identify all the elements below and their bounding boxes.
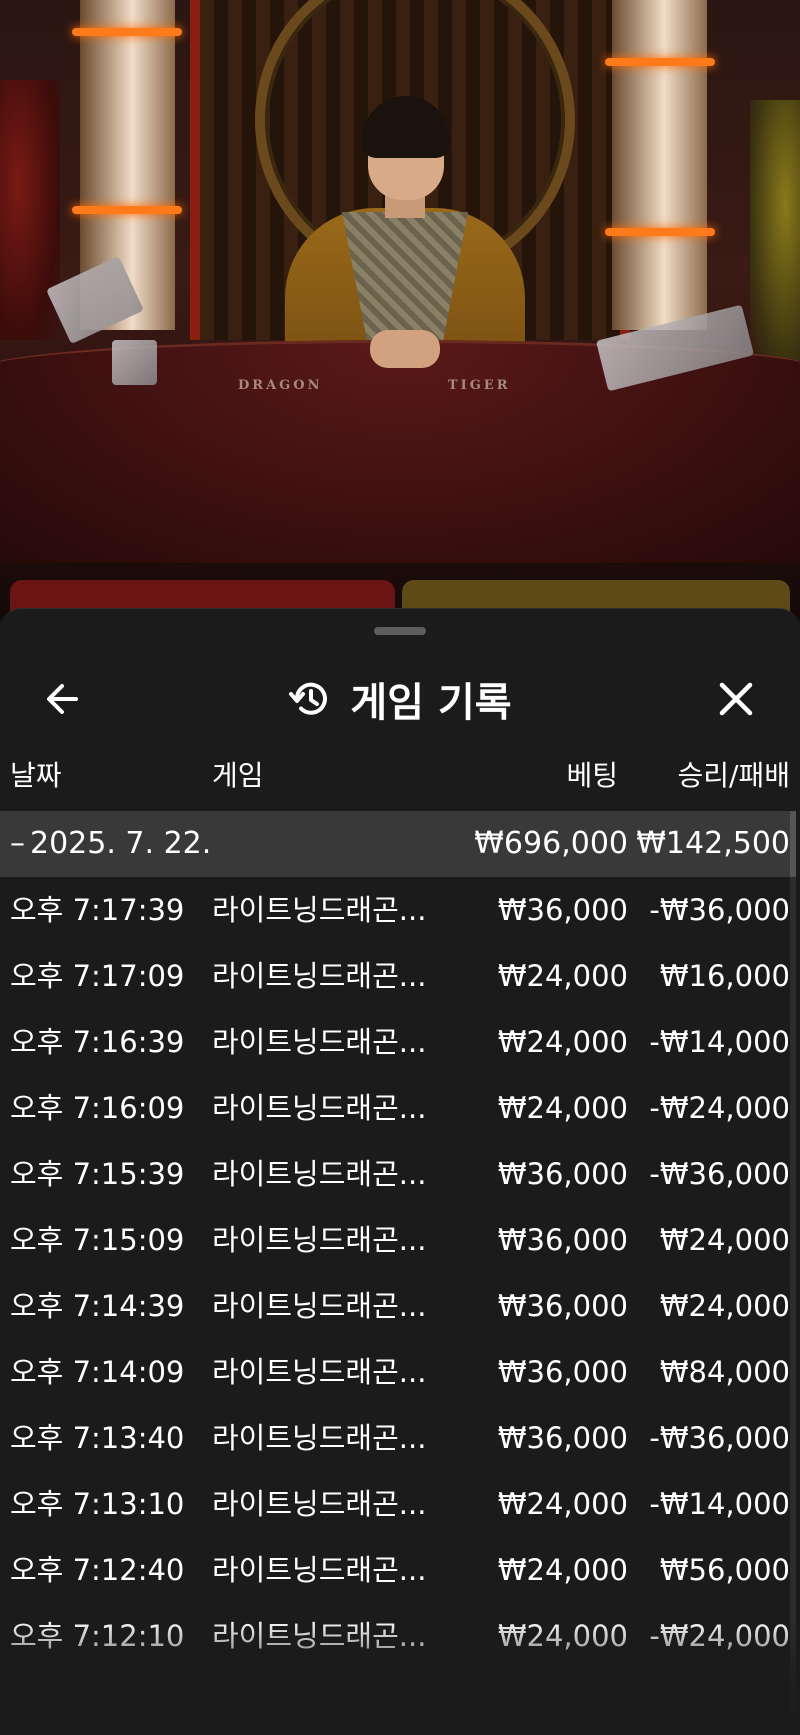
close-button[interactable] (708, 671, 764, 727)
row-result: -₩14,000 (649, 1487, 790, 1521)
pillar-light-ring (605, 228, 715, 236)
row-bet: ₩24,000 (497, 959, 628, 993)
row-time: 오후 7:12:40 (10, 1553, 185, 1587)
sheet-drag-handle[interactable] (374, 627, 426, 635)
scrollbar-thumb[interactable] (790, 811, 796, 877)
history-list: 오후 7:17:39 라이트닝드래곤... ₩36,000 -₩36,000 오… (0, 877, 790, 1669)
close-icon (719, 682, 753, 716)
row-bet: ₩24,000 (497, 1553, 628, 1587)
right-pillar (612, 0, 707, 330)
row-time: 오후 7:16:09 (10, 1091, 185, 1125)
table-row[interactable]: 오후 7:16:39 라이트닝드래곤... ₩24,000 -₩14,000 (0, 1009, 790, 1075)
row-time: 오후 7:15:39 (10, 1157, 185, 1191)
column-header-game: 게임 (212, 759, 264, 792)
sheet-header: 게임 기록 (0, 659, 800, 739)
table-row[interactable]: 오후 7:12:40 라이트닝드래곤... ₩24,000 ₩56,000 (0, 1537, 790, 1603)
sheet-title: 게임 기록 (350, 680, 512, 726)
row-game: 라이트닝드래곤... (212, 1157, 427, 1191)
dealer-hands (370, 330, 440, 368)
column-header-bet: 베팅 (566, 759, 618, 792)
row-bet: ₩36,000 (497, 1157, 628, 1191)
row-bet: ₩36,000 (497, 1223, 628, 1257)
row-time: 오후 7:13:10 (10, 1487, 185, 1521)
row-result: -₩36,000 (649, 893, 790, 927)
row-bet: ₩24,000 (497, 1025, 628, 1059)
row-game: 라이트닝드래곤... (212, 1289, 427, 1323)
summary-date: 2025. 7. 22. (30, 826, 212, 861)
row-bet: ₩36,000 (497, 893, 628, 927)
list-fade-overlay (0, 1619, 800, 1735)
row-result: ₩24,000 (659, 1289, 790, 1323)
row-game: 라이트닝드래곤... (212, 959, 427, 993)
table-row[interactable]: 오후 7:14:39 라이트닝드래곤... ₩36,000 ₩24,000 (0, 1273, 790, 1339)
column-header-date: 날짜 (10, 759, 62, 792)
history-clock-icon (289, 682, 328, 715)
row-game: 라이트닝드래곤... (212, 1553, 427, 1587)
row-result: -₩36,000 (649, 1157, 790, 1191)
row-result: ₩84,000 (659, 1355, 790, 1389)
table-row[interactable]: 오후 7:17:39 라이트닝드래곤... ₩36,000 -₩36,000 (0, 877, 790, 943)
scrollbar-track[interactable] (790, 811, 796, 1711)
collapse-toggle[interactable]: – (10, 811, 25, 877)
table-row[interactable]: 오후 7:16:09 라이트닝드래곤... ₩24,000 -₩24,000 (0, 1075, 790, 1141)
gold-dragon-statue (750, 100, 800, 360)
row-game: 라이트닝드래곤... (212, 1487, 427, 1521)
pillar-light-ring (605, 58, 715, 66)
table-row[interactable]: 오후 7:15:09 라이트닝드래곤... ₩36,000 ₩24,000 (0, 1207, 790, 1273)
row-result: ₩56,000 (659, 1553, 790, 1587)
table-row[interactable]: 오후 7:13:10 라이트닝드래곤... ₩24,000 -₩14,000 (0, 1471, 790, 1537)
row-result: -₩36,000 (649, 1421, 790, 1455)
summary-total-result: ₩142,500 (636, 826, 790, 861)
row-result: -₩14,000 (649, 1025, 790, 1059)
row-result: -₩24,000 (649, 1091, 790, 1125)
row-game: 라이트닝드래곤... (212, 1091, 427, 1125)
row-time: 오후 7:13:40 (10, 1421, 185, 1455)
row-bet: ₩24,000 (497, 1487, 628, 1521)
live-video-stream: DRAGON TIGER (0, 0, 800, 620)
column-header-result: 승리/패배 (677, 759, 790, 792)
pillar-light-ring (72, 206, 182, 214)
row-bet: ₩24,000 (497, 1091, 628, 1125)
row-bet: ₩36,000 (497, 1289, 628, 1323)
row-game: 라이트닝드래곤... (212, 1355, 427, 1389)
table-label-dragon: DRAGON (238, 378, 323, 393)
row-time: 오후 7:15:09 (10, 1223, 185, 1257)
table-label-tiger: TIGER (448, 378, 511, 393)
row-game: 라이트닝드래곤... (212, 893, 427, 927)
table-row[interactable]: 오후 7:14:09 라이트닝드래곤... ₩36,000 ₩84,000 (0, 1339, 790, 1405)
row-time: 오후 7:17:39 (10, 893, 185, 927)
row-game: 라이트닝드래곤... (212, 1223, 427, 1257)
row-bet: ₩36,000 (497, 1421, 628, 1455)
table-row[interactable]: 오후 7:17:09 라이트닝드래곤... ₩24,000 ₩16,000 (0, 943, 790, 1009)
row-game: 라이트닝드래곤... (212, 1421, 427, 1455)
pillar-light-ring (72, 28, 182, 36)
date-summary-row[interactable]: – 2025. 7. 22. ₩696,000 ₩142,500 (0, 811, 790, 877)
row-time: 오후 7:16:39 (10, 1025, 185, 1059)
card-holder-left (112, 340, 157, 385)
sheet-title-group: 게임 기록 (0, 659, 800, 739)
game-history-sheet: 게임 기록 날짜 게임 베팅 승리/패배 – 2025. 7. 22. ₩696… (0, 608, 800, 1735)
row-time: 오후 7:17:09 (10, 959, 185, 993)
row-result: ₩16,000 (659, 959, 790, 993)
row-result: ₩24,000 (659, 1223, 790, 1257)
table-row[interactable]: 오후 7:13:40 라이트닝드래곤... ₩36,000 -₩36,000 (0, 1405, 790, 1471)
table-row[interactable]: 오후 7:15:39 라이트닝드래곤... ₩36,000 -₩36,000 (0, 1141, 790, 1207)
row-bet: ₩36,000 (497, 1355, 628, 1389)
row-game: 라이트닝드래곤... (212, 1025, 427, 1059)
summary-total-bet: ₩696,000 (474, 826, 628, 861)
row-time: 오후 7:14:39 (10, 1289, 185, 1323)
row-time: 오후 7:14:09 (10, 1355, 185, 1389)
